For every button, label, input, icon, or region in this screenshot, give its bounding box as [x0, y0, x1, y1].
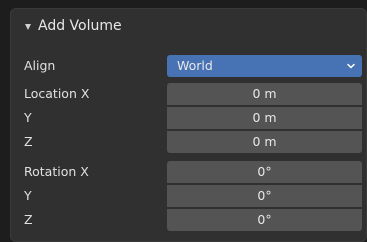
- location-x-label: Location X: [24, 86, 90, 101]
- location-y-field[interactable]: 0 m: [167, 107, 362, 129]
- align-dropdown[interactable]: World: [167, 55, 362, 77]
- rotation-x-label: Rotation X: [24, 164, 89, 179]
- rotation-z-label: Z: [24, 212, 33, 227]
- location-y-label: Y: [24, 110, 32, 125]
- panel-header[interactable]: Add Volume: [11, 9, 366, 47]
- chevron-down-icon: [347, 63, 355, 69]
- location-z-label: Z: [24, 134, 33, 149]
- rotation-y-field[interactable]: 0°: [167, 185, 362, 207]
- rotation-x-field[interactable]: 0°: [167, 161, 362, 183]
- rotation-z-field[interactable]: 0°: [167, 209, 362, 231]
- add-volume-panel: Add Volume Align World Location X 0 m Y …: [10, 8, 367, 242]
- rotation-y-label: Y: [24, 188, 32, 203]
- location-x-field[interactable]: 0 m: [167, 83, 362, 105]
- align-value: World: [177, 58, 213, 73]
- align-label: Align: [24, 58, 56, 73]
- panel-title: Add Volume: [38, 18, 122, 34]
- location-z-field[interactable]: 0 m: [167, 131, 362, 153]
- collapse-triangle-icon[interactable]: [25, 24, 31, 30]
